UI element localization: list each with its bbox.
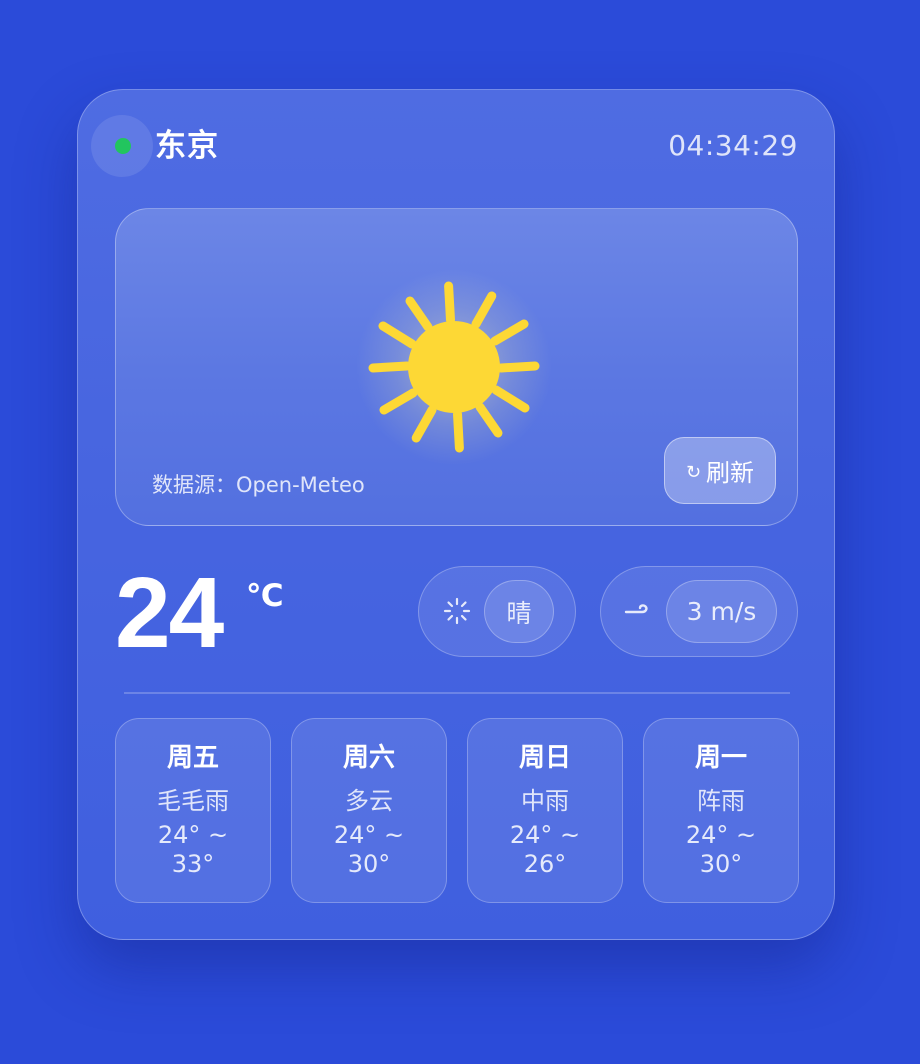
forecast-condition: 毛毛雨 <box>157 787 229 815</box>
forecast-temp-range: 24° ~ 30° <box>644 821 798 879</box>
divider <box>124 692 790 694</box>
hero-panel: 数据源：Open-Meteo ↻ 刷新 <box>115 208 798 526</box>
data-source-label: 数据源：Open-Meteo <box>152 473 365 497</box>
forecast-high: 30° <box>699 850 743 878</box>
current-temperature: 24 <box>115 557 224 669</box>
forecast-temp-range: 24° ~ 30° <box>292 821 446 879</box>
forecast-day: 周六 <box>342 743 395 773</box>
wind-pill: 3 m/s <box>600 566 798 657</box>
weather-card: 东京 04:34:29 数据源：Open-Meteo ↻ 刷新 24 ℃ 晴 3… <box>77 89 835 940</box>
forecast-temp-range: 24° ~ 33° <box>116 821 270 879</box>
sun-outline-icon <box>441 595 473 627</box>
forecast-day: 周一 <box>694 743 747 773</box>
city-name: 东京 <box>155 128 219 164</box>
wind-speed-value: 3 m/s <box>666 580 777 643</box>
forecast-low: 24° ~ <box>157 821 229 849</box>
forecast-day: 周五 <box>166 743 219 773</box>
forecast-card-sunday: 周日 中雨 24° ~ 26° <box>467 718 623 903</box>
condition-pill: 晴 <box>418 566 576 657</box>
status-dot <box>115 138 131 154</box>
sun-icon <box>354 267 554 467</box>
refresh-label: 刷新 <box>706 459 755 487</box>
refresh-icon: ↻ <box>685 462 702 483</box>
forecast-condition: 阵雨 <box>697 787 745 815</box>
forecast-high: 33° <box>171 850 215 878</box>
condition-value: 晴 <box>484 580 554 643</box>
forecast-condition: 多云 <box>345 787 393 815</box>
forecast-high: 26° <box>523 850 567 878</box>
forecast-low: 24° ~ <box>333 821 405 849</box>
forecast-temp-range: 24° ~ 26° <box>468 821 622 879</box>
current-time: 04:34:29 <box>668 129 798 162</box>
refresh-button[interactable]: ↻ 刷新 <box>664 437 776 504</box>
forecast-condition: 中雨 <box>521 787 569 815</box>
forecast-low: 24° ~ <box>509 821 581 849</box>
forecast-card-friday: 周五 毛毛雨 24° ~ 33° <box>115 718 271 903</box>
forecast-card-monday: 周一 阵雨 24° ~ 30° <box>643 718 799 903</box>
temperature-unit: ℃ <box>246 578 284 614</box>
forecast-day: 周日 <box>518 743 571 773</box>
forecast-low: 24° ~ <box>685 821 757 849</box>
wind-icon <box>623 595 655 627</box>
forecast-card-saturday: 周六 多云 24° ~ 30° <box>291 718 447 903</box>
forecast-high: 30° <box>347 850 391 878</box>
